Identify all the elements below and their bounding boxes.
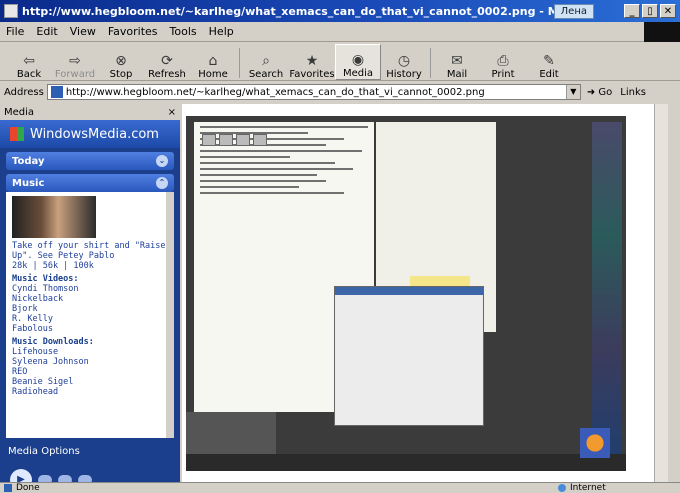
chevron-down-icon[interactable]: ⌄: [156, 155, 168, 167]
download-link[interactable]: Syleena Johnson: [12, 357, 168, 367]
save-icon: [202, 134, 216, 146]
address-dropdown-icon[interactable]: ▼: [565, 85, 580, 99]
search-button[interactable]: ⌕ Search: [243, 44, 289, 80]
feature-rates[interactable]: 28k | 56k | 100k: [12, 261, 168, 271]
menu-bar: File Edit View Favorites Tools Help: [0, 22, 680, 42]
desktop-panel: [592, 122, 622, 462]
video-link[interactable]: Cyndi Thomson: [12, 284, 168, 294]
media-pane: Media × WindowsMedia.com Today ⌄ Music ⌃…: [0, 104, 180, 491]
toolbar-separator: [239, 48, 240, 78]
toolbar: ⇦ Back ⇨ Forward ⊗ Stop ⟳ Refresh ⌂ Home ⌕ Sea…: [0, 43, 680, 81]
search-icon: ⌕: [262, 53, 270, 69]
title-bar: http://www.hegbloom.net/~karlheg/what_xe…: [0, 0, 680, 22]
media-button[interactable]: ◉ Media: [335, 44, 381, 80]
video-link[interactable]: Fabolous: [12, 324, 168, 334]
maximize-button[interactable]: ▯: [642, 4, 658, 18]
dialog-window: [334, 286, 484, 426]
ie-icon: [4, 4, 18, 18]
media-scrollbar[interactable]: [166, 192, 174, 438]
mail-button[interactable]: ✉ Mail: [434, 44, 480, 80]
address-label: Address: [4, 86, 44, 98]
favorites-button[interactable]: ★ Favorites: [289, 44, 335, 80]
xemacs-toolbar: [202, 134, 267, 146]
downloads-heading: Music Downloads:: [12, 337, 94, 347]
edit-button[interactable]: ✎ Edit: [526, 44, 572, 80]
videos-heading: Music Videos:: [12, 274, 79, 284]
video-link[interactable]: Bjork: [12, 304, 168, 314]
music-content: Take off your shirt and "Raise Up". See …: [6, 192, 174, 438]
download-link[interactable]: Lifehouse: [12, 347, 168, 357]
media-pane-title: Media: [4, 106, 35, 118]
close-icon[interactable]: ×: [168, 107, 176, 118]
media-options-button[interactable]: Media Options: [0, 442, 180, 460]
address-input[interactable]: http://www.hegbloom.net/~karlheg/what_xe…: [66, 87, 566, 98]
download-link[interactable]: Radiohead: [12, 387, 168, 397]
feature-link[interactable]: Take off your shirt and "Raise Up". See …: [12, 241, 168, 261]
desktop-taskbar: [186, 454, 626, 471]
forward-button[interactable]: ⇨ Forward: [52, 44, 98, 80]
edit-icon: ✎: [543, 53, 555, 69]
refresh-button[interactable]: ⟳ Refresh: [144, 44, 190, 80]
forward-arrow-icon: ⇨: [69, 53, 81, 69]
menu-help[interactable]: Help: [209, 25, 234, 38]
print-button[interactable]: ⎙ Print: [480, 44, 526, 80]
status-bar: Done Internet: [0, 482, 680, 493]
status-text: Done: [16, 483, 40, 493]
download-link[interactable]: REO: [12, 367, 168, 377]
windowsmedia-logo[interactable]: WindowsMedia.com: [0, 120, 180, 148]
menu-tools[interactable]: Tools: [170, 25, 197, 38]
page-scrollbar[interactable]: [654, 104, 668, 482]
chevron-up-icon[interactable]: ⌃: [156, 177, 168, 189]
section-music[interactable]: Music ⌃: [6, 174, 174, 192]
video-link[interactable]: R. Kelly: [12, 314, 168, 324]
screenshot-image: [186, 116, 626, 471]
video-link[interactable]: Nickelback: [12, 294, 168, 304]
menu-edit[interactable]: Edit: [36, 25, 57, 38]
toolbar-separator: [430, 48, 431, 78]
minimize-button[interactable]: _: [624, 4, 640, 18]
stop-icon: ⊗: [115, 53, 127, 69]
print-icon: ⎙: [497, 53, 509, 69]
media-icon: ◉: [351, 52, 365, 68]
artist-photo[interactable]: [12, 196, 96, 238]
back-arrow-icon: ⇦: [23, 53, 35, 69]
address-field[interactable]: http://www.hegbloom.net/~karlheg/what_xe…: [46, 84, 581, 100]
links-button[interactable]: Links: [620, 87, 646, 98]
download-link[interactable]: Beanie Sigel: [12, 377, 168, 387]
globe-icon: [558, 484, 566, 492]
section-today[interactable]: Today ⌄: [6, 152, 174, 170]
history-button[interactable]: ◷ History: [381, 44, 427, 80]
stop-button[interactable]: ⊗ Stop: [98, 44, 144, 80]
menu-view[interactable]: View: [70, 25, 96, 38]
menu-favorites[interactable]: Favorites: [108, 25, 158, 38]
window-title: http://www.hegbloom.net/~karlheg/what_xe…: [22, 4, 554, 18]
mail-icon: [236, 134, 250, 146]
home-icon: ⌂: [208, 53, 218, 69]
close-button[interactable]: ✕: [660, 4, 676, 18]
back-button[interactable]: ⇦ Back: [6, 44, 52, 80]
favorites-icon: ★: [305, 53, 319, 69]
history-icon: ◷: [397, 53, 411, 69]
windows-flag-icon: [10, 127, 24, 141]
app-icon: [580, 428, 610, 458]
page-icon: [50, 86, 63, 98]
windows-logo-icon: [644, 22, 680, 42]
folder-icon: [253, 134, 267, 146]
media-pane-header: Media ×: [0, 104, 180, 120]
print-icon: [219, 134, 233, 146]
mail-icon: ✉: [451, 53, 463, 69]
page-content: [182, 104, 668, 482]
language-indicator[interactable]: Лена: [553, 3, 594, 19]
refresh-icon: ⟳: [161, 53, 173, 69]
security-zone: Internet: [558, 483, 606, 493]
home-button[interactable]: ⌂ Home: [190, 44, 236, 80]
address-bar: Address http://www.hegbloom.net/~karlheg…: [0, 82, 680, 102]
ie-status-icon: [4, 484, 12, 492]
menu-file[interactable]: File: [6, 25, 24, 38]
go-button[interactable]: ➜ Go: [587, 87, 612, 98]
